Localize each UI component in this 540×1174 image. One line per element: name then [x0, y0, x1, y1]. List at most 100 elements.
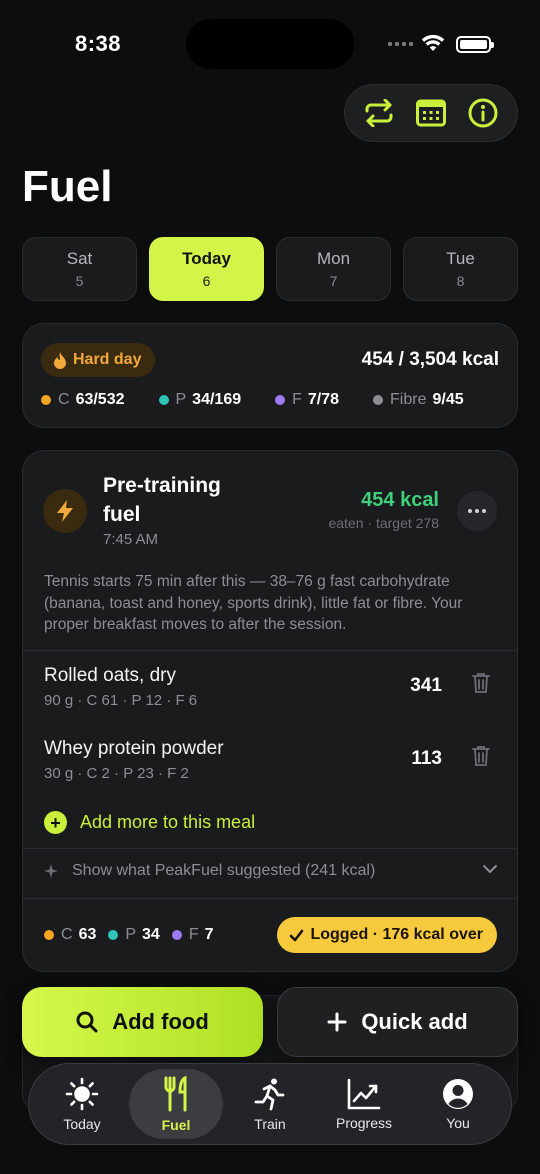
day-selector: Sat 5 Today 6 Mon 7 Tue 8	[22, 237, 518, 301]
quick-add-button[interactable]: Quick add	[277, 987, 518, 1057]
tab-label: Train	[254, 1115, 286, 1132]
macro-fat: F 7/78	[275, 391, 339, 409]
day-name: Mon	[316, 249, 351, 268]
person-icon	[443, 1078, 473, 1109]
tab-label: Fuel	[161, 1116, 191, 1133]
protein-dot	[108, 930, 119, 940]
carbs-dot	[44, 930, 54, 940]
macro-value: 63/532	[75, 391, 125, 408]
hard-day-badge: Hard day	[41, 343, 156, 377]
tab-bar: Today Fuel Train Progress You	[28, 1063, 512, 1145]
badge-label: Hard day	[73, 351, 142, 368]
clock: 8:38	[75, 31, 122, 56]
macro-label: P	[175, 391, 187, 408]
tab-label: You	[446, 1114, 470, 1131]
calendar-button[interactable]	[411, 93, 451, 133]
macro-label: F	[292, 391, 302, 408]
day-name: Sat	[66, 249, 93, 268]
day-tue[interactable]: Tue 8	[403, 237, 518, 301]
tab-today[interactable]: Today	[35, 1069, 129, 1139]
fat-dot	[171, 930, 182, 940]
wifi-icon	[421, 34, 445, 51]
flame-icon	[54, 351, 66, 369]
swap-button[interactable]	[359, 93, 399, 133]
signal-icon	[388, 42, 413, 46]
fork-knife-icon	[164, 1075, 187, 1111]
macro-value: 34/169	[192, 391, 242, 408]
macro-fibre: Fibre 9/45	[373, 391, 464, 409]
meal-note: Tennis starts 75 min after this — 38–76 …	[44, 573, 463, 633]
food-kcal: 341	[410, 675, 442, 696]
day-number: 7	[329, 273, 338, 289]
sun-icon	[65, 1077, 99, 1110]
status-bar: 8:38	[0, 0, 540, 90]
food-item[interactable]: Rolled oats, dry 90 g · C 61 · P 12 · F …	[44, 665, 498, 721]
fat-dot	[275, 395, 286, 405]
dot	[468, 509, 472, 513]
protein-dot	[158, 395, 169, 405]
plus-icon	[327, 1012, 347, 1032]
tab-train[interactable]: Train	[223, 1069, 317, 1139]
add-food-button[interactable]: Add food	[22, 987, 263, 1057]
meal-time: 7:45 AM	[103, 531, 159, 548]
day-mon[interactable]: Mon 7	[276, 237, 391, 301]
food-item[interactable]: Whey protein powder 30 g · C 2 · P 23 · …	[44, 738, 498, 794]
macro-label: P	[125, 926, 137, 943]
macro-value: 34	[142, 926, 160, 943]
daily-summary-card: Hard day 454 / 3,504 kcal C 63/532 P 34/…	[22, 323, 518, 428]
battery-icon	[456, 36, 494, 53]
chart-icon	[347, 1078, 381, 1109]
dynamic-island	[186, 19, 354, 69]
day-today[interactable]: Today 6	[149, 237, 264, 301]
meal-card: Pre-training fuel 7:45 AM 454 kcal eaten…	[22, 450, 518, 972]
macro-value: 9/45	[432, 391, 464, 408]
info-button[interactable]	[463, 93, 503, 133]
divider	[23, 650, 517, 651]
tab-label: Today	[63, 1115, 101, 1132]
macro-protein: P 34/169	[158, 391, 242, 409]
meal-title: Pre-training fuel	[103, 474, 221, 526]
macro-value: 63	[78, 926, 97, 943]
search-icon	[76, 1011, 98, 1033]
quick-add-label: Quick add	[361, 1009, 468, 1034]
dot	[475, 509, 479, 513]
plus-icon: +	[44, 811, 67, 834]
show-suggestion-toggle[interactable]: Show what PeakFuel suggested (241 kcal)	[44, 862, 498, 880]
tab-label: Progress	[335, 1114, 393, 1131]
meal-macro-row: C 63 P 34 F 7	[44, 926, 226, 944]
add-more-button[interactable]: + Add more to this meal	[44, 811, 255, 834]
day-name: Tue	[446, 249, 475, 268]
day-number: 8	[456, 273, 465, 289]
logged-label: Logged · 176 kcal over	[310, 926, 483, 943]
macro-carbs: C 63	[44, 926, 96, 944]
macro-protein: P 34	[108, 926, 160, 944]
meal-kcal: 454 kcal	[361, 489, 439, 511]
info-icon	[468, 98, 498, 128]
swap-icon	[365, 99, 393, 127]
macro-label: C	[58, 391, 70, 408]
macro-label: Fibre	[390, 391, 427, 408]
macro-value: 7	[204, 926, 214, 943]
day-sat[interactable]: Sat 5	[22, 237, 137, 301]
logged-status-badge: Logged · 176 kcal over	[277, 917, 497, 953]
tab-you[interactable]: You	[411, 1069, 505, 1139]
food-kcal: 113	[411, 748, 442, 769]
macro-label: F	[188, 926, 199, 943]
trash-icon[interactable]	[472, 745, 490, 767]
more-options-button[interactable]	[457, 491, 497, 531]
day-number: 6	[202, 273, 211, 289]
divider	[23, 848, 517, 849]
runner-icon	[254, 1078, 285, 1110]
day-name: Today	[182, 249, 231, 268]
sparkle-icon	[44, 864, 58, 878]
page-title: Fuel	[22, 162, 113, 211]
tab-fuel[interactable]: Fuel	[129, 1069, 223, 1139]
tab-progress[interactable]: Progress	[317, 1069, 411, 1139]
add-food-label: Add food	[112, 1009, 209, 1034]
macro-fat: F 7	[171, 926, 214, 944]
chevron-down-icon	[483, 865, 497, 873]
day-number: 5	[75, 273, 84, 289]
carbs-dot	[41, 395, 51, 405]
trash-icon[interactable]	[472, 672, 490, 694]
checkmark-icon	[290, 929, 304, 941]
